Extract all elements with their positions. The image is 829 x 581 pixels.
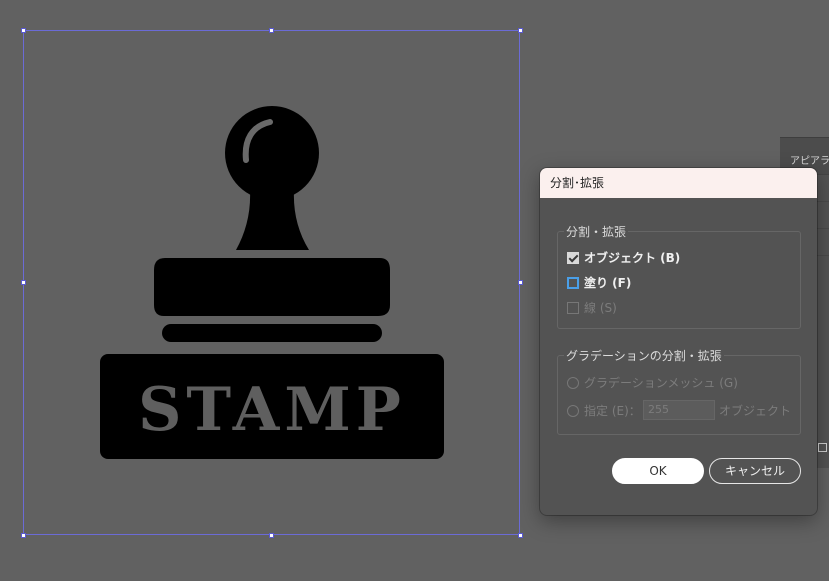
dialog-title: 分割･拡張 <box>540 168 817 198</box>
resize-handle-middle-left[interactable] <box>21 280 26 285</box>
stroke-checkbox <box>567 301 579 314</box>
specify-label: 指定 (E)： <box>584 404 641 418</box>
panel-swatch-icon[interactable] <box>818 443 827 452</box>
expand-group-legend: 分割・拡張 <box>564 223 629 240</box>
resize-handle-middle-right[interactable] <box>518 280 523 285</box>
stroke-checkbox-label: 線 (S) <box>584 301 617 315</box>
gradient-mesh-label: グラデーションメッシュ (G) <box>584 376 738 390</box>
specify-radio-row: 指定 (E)： <box>567 402 641 419</box>
specify-objects-input: 255 <box>643 400 715 420</box>
gradient-mesh-radio-row: グラデーションメッシュ (G) <box>567 374 738 391</box>
fill-checkbox[interactable] <box>567 276 579 289</box>
object-checkbox[interactable] <box>567 251 579 264</box>
resize-handle-bottom-right[interactable] <box>518 533 523 538</box>
resize-handle-bottom-center[interactable] <box>269 533 274 538</box>
gradient-group <box>557 355 801 435</box>
resize-handle-bottom-left[interactable] <box>21 533 26 538</box>
resize-handle-top-left[interactable] <box>21 28 26 33</box>
expand-dialog: 分割･拡張 分割・拡張 オブジェクト (B) 塗り (F) 線 (S) グラデー… <box>540 168 817 515</box>
selection-bounding-box[interactable] <box>23 30 520 535</box>
fill-checkbox-label[interactable]: 塗り (F) <box>584 274 631 291</box>
ok-button[interactable]: OK <box>612 458 704 484</box>
resize-handle-top-right[interactable] <box>518 28 523 33</box>
object-checkbox-row[interactable]: オブジェクト (B) <box>567 249 680 266</box>
stroke-checkbox-row: 線 (S) <box>567 299 617 316</box>
object-checkbox-label[interactable]: オブジェクト (B) <box>584 249 680 266</box>
specify-unit-label: オブジェクト <box>719 404 792 418</box>
resize-handle-top-center[interactable] <box>269 28 274 33</box>
fill-checkbox-row[interactable]: 塗り (F) <box>567 274 631 291</box>
gradient-mesh-radio <box>567 376 579 389</box>
specify-radio <box>567 404 579 417</box>
gradient-group-legend: グラデーションの分割・拡張 <box>564 347 724 364</box>
cancel-button[interactable]: キャンセル <box>709 458 801 484</box>
